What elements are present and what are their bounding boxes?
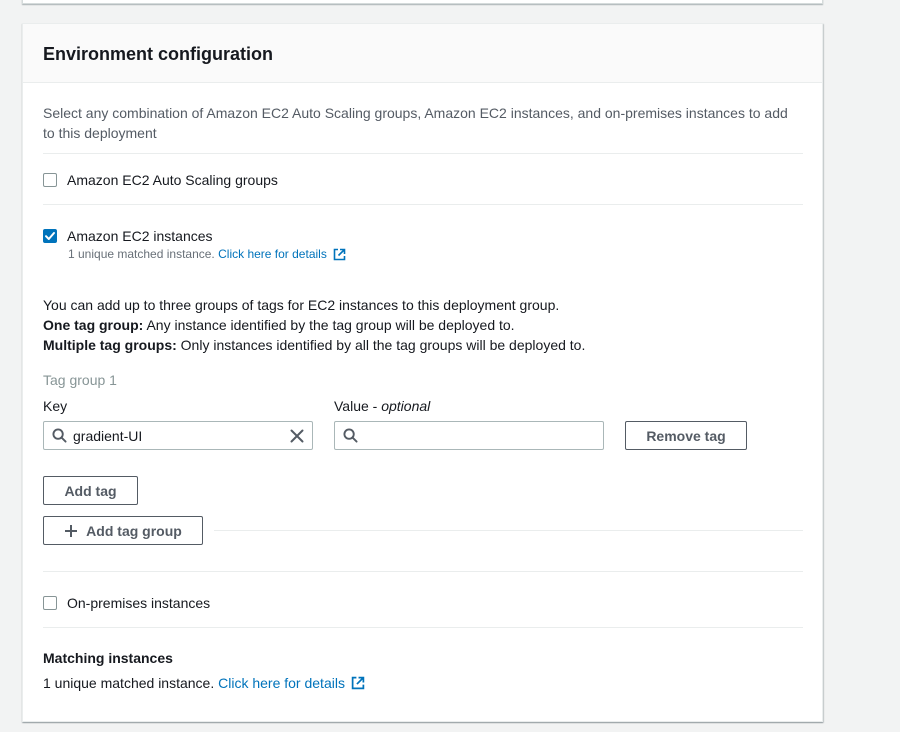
key-label: Key [43, 398, 68, 414]
tags-info: You can add up to three groups of tags f… [43, 295, 803, 355]
clear-icon[interactable] [290, 429, 304, 443]
value-label: Value - optional [334, 398, 431, 414]
ec2-instances-label: Amazon EC2 instances [67, 228, 213, 244]
search-icon [52, 428, 67, 443]
ec2-match-note: 1 unique matched instance. Click here fo… [68, 247, 346, 261]
panel-title: Environment configuration [43, 44, 274, 64]
tag-group-title: Tag group 1 [43, 372, 117, 388]
value-input[interactable] [358, 427, 595, 444]
search-icon [343, 428, 358, 443]
add-tag-group-label: Add tag group [86, 522, 182, 539]
tags-info-line: You can add up to three groups of tags f… [43, 297, 560, 313]
ec2-details-link[interactable]: Click here for details [218, 247, 327, 261]
ec2-match-text: 1 unique matched instance. [68, 247, 215, 261]
divider [43, 204, 803, 205]
ec2-instances-checkbox[interactable] [43, 229, 57, 243]
plus-icon [64, 524, 78, 538]
panel-header: Environment configuration [23, 24, 822, 83]
check-icon [45, 232, 55, 240]
matching-details-link[interactable]: Click here for details [218, 675, 345, 691]
matching-instances-text: 1 unique matched instance. Click here fo… [43, 675, 365, 691]
auto-scaling-checkbox[interactable] [43, 173, 57, 187]
tags-info-one-group: One tag group: Any instance identified b… [43, 317, 515, 333]
previous-panel [22, 0, 823, 4]
value-field[interactable] [334, 421, 604, 450]
divider [43, 571, 803, 572]
divider [43, 627, 803, 628]
matching-count-text: 1 unique matched instance. [43, 675, 215, 691]
key-field[interactable] [43, 421, 313, 450]
ec2-instances-option[interactable]: Amazon EC2 instances [43, 228, 213, 244]
divider [43, 153, 803, 154]
on-premises-option[interactable]: On-premises instances [43, 595, 210, 611]
remove-tag-button[interactable]: Remove tag [625, 421, 747, 450]
external-link-icon[interactable] [333, 248, 346, 261]
on-premises-label: On-premises instances [67, 595, 211, 611]
environment-configuration-panel: Environment configuration Select any com… [22, 23, 823, 722]
auto-scaling-option[interactable]: Amazon EC2 Auto Scaling groups [43, 172, 278, 188]
section-description: Select any combination of Amazon EC2 Aut… [43, 105, 788, 141]
key-input[interactable] [67, 427, 290, 444]
add-tag-button[interactable]: Add tag [43, 476, 138, 505]
external-link-icon[interactable] [351, 676, 365, 690]
divider [214, 530, 803, 531]
on-premises-checkbox[interactable] [43, 596, 57, 610]
add-tag-group-button[interactable]: Add tag group [43, 516, 203, 545]
matching-instances-title: Matching instances [43, 650, 173, 666]
auto-scaling-label: Amazon EC2 Auto Scaling groups [67, 172, 278, 188]
tags-info-multi-group: Multiple tag groups: Only instances iden… [43, 337, 586, 353]
